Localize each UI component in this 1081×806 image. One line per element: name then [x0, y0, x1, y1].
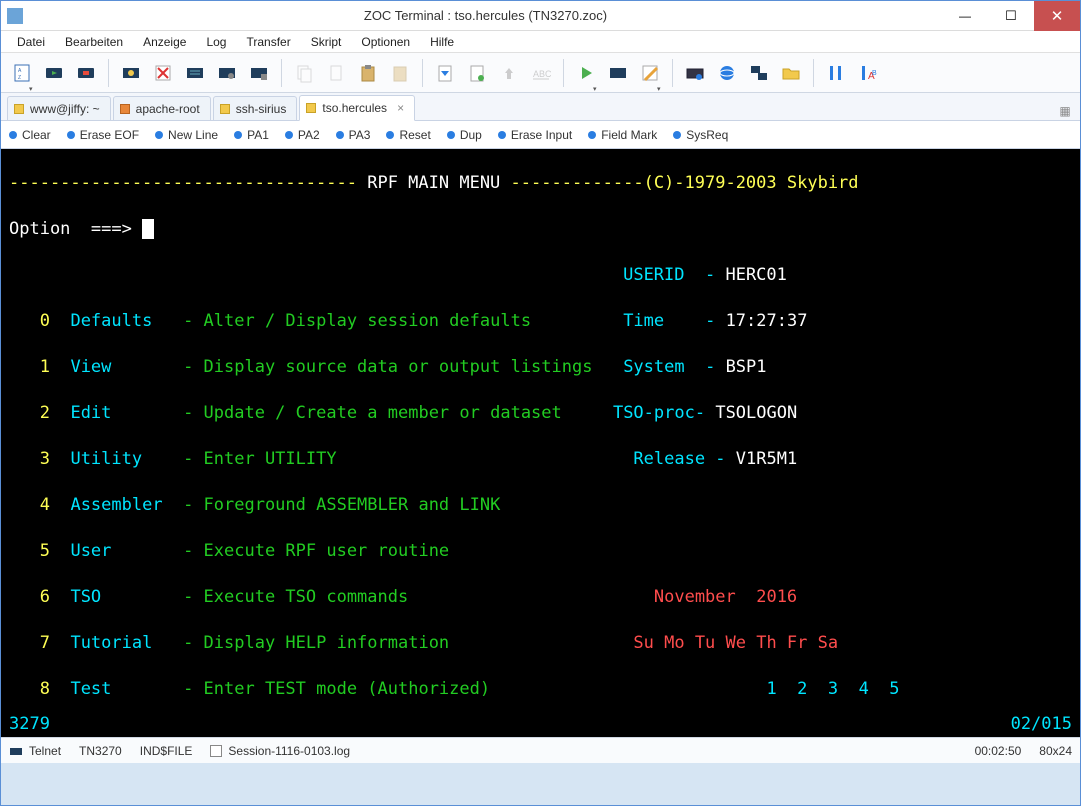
window-minimize-button[interactable] — [942, 1, 988, 31]
tab-icon — [14, 104, 24, 114]
connect-button[interactable] — [39, 58, 69, 88]
menu-anzeige[interactable]: Anzeige — [133, 33, 196, 51]
paste-button[interactable] — [353, 58, 383, 88]
menu-transfer[interactable]: Transfer — [236, 33, 300, 51]
menu-log[interactable]: Log — [196, 33, 236, 51]
action-sysreq[interactable]: SysReq — [673, 128, 728, 142]
script-button[interactable] — [603, 58, 633, 88]
tab-ssh-sirius[interactable]: ssh-sirius — [213, 96, 298, 120]
menu-optionen[interactable]: Optionen — [351, 33, 420, 51]
menu-skript[interactable]: Skript — [301, 33, 352, 51]
cut-button[interactable] — [321, 58, 351, 88]
action-erase-input[interactable]: Erase Input — [498, 128, 572, 142]
tab-label: www@jiffy: ~ — [30, 102, 100, 116]
tab-icon — [306, 103, 316, 113]
paste-append-button[interactable] — [385, 58, 415, 88]
download-button[interactable] — [430, 58, 460, 88]
window-title: ZOC Terminal : tso.hercules (TN3270.zoc) — [29, 8, 942, 23]
tab-label: ssh-sirius — [236, 102, 287, 116]
action-clear[interactable]: Clear — [9, 128, 51, 142]
action-field-mark[interactable]: Field Mark — [588, 128, 657, 142]
tab-close-icon[interactable]: × — [397, 101, 404, 115]
status-bar: Telnet TN3270 IND$FILE Session-1116-0103… — [1, 737, 1080, 763]
terminal-cursor — [142, 219, 154, 239]
copy-button[interactable] — [289, 58, 319, 88]
run-button[interactable] — [571, 58, 601, 88]
action-new-line[interactable]: New Line — [155, 128, 218, 142]
session-button[interactable] — [180, 58, 210, 88]
tab-icon — [220, 104, 230, 114]
svg-text:Z: Z — [18, 75, 21, 81]
quickconnect-button[interactable] — [116, 58, 146, 88]
terminal-status-line: 3279 02/015 — [1, 714, 1080, 737]
action-dup[interactable]: Dup — [447, 128, 482, 142]
text-config-button[interactable]: ABC — [526, 58, 556, 88]
menu-hilfe[interactable]: Hilfe — [420, 33, 464, 51]
status-dimensions: 80x24 — [1039, 744, 1072, 758]
font-button[interactable]: AB — [853, 58, 883, 88]
action-pa1[interactable]: PA1 — [234, 128, 269, 142]
tab-tso-hercules[interactable]: tso.hercules × — [299, 95, 415, 121]
tab-apache-root[interactable]: apache-root — [113, 96, 211, 120]
status-protocol: TN3270 — [79, 744, 122, 758]
action-bar: Clear Erase EOF New Line PA1 PA2 PA3 Res… — [1, 121, 1080, 149]
svg-text:B: B — [872, 70, 877, 77]
action-pa2[interactable]: PA2 — [285, 128, 320, 142]
cursor-position: 02/015 — [1011, 714, 1072, 737]
tab-overview-button[interactable]: ▦ — [1056, 102, 1074, 120]
menu-bearbeiten[interactable]: Bearbeiten — [55, 33, 133, 51]
status-connection: Telnet — [9, 744, 61, 758]
toolbar: AZ ABC AB — [1, 53, 1080, 93]
program-config-button[interactable] — [244, 58, 274, 88]
action-erase-eof[interactable]: Erase EOF — [67, 128, 139, 142]
tab-label: apache-root — [136, 102, 200, 116]
session-config-button[interactable] — [212, 58, 242, 88]
action-reset[interactable]: Reset — [386, 128, 430, 142]
terminal-screen[interactable]: ---------------------------------- RPF M… — [1, 149, 1080, 714]
status-indfile: IND$FILE — [140, 744, 193, 758]
tab-www-jiffy[interactable]: www@jiffy: ~ — [7, 96, 111, 120]
action-pa3[interactable]: PA3 — [336, 128, 371, 142]
window-maximize-button[interactable]: ☐ — [988, 1, 1034, 31]
disconnect-button[interactable] — [71, 58, 101, 88]
open-folder-button[interactable] — [776, 58, 806, 88]
status-timer: 00:02:50 — [975, 744, 1022, 758]
edit-script-button[interactable] — [635, 58, 665, 88]
screens-button[interactable] — [744, 58, 774, 88]
status-log[interactable]: Session-1116-0103.log — [210, 744, 350, 758]
menu-bar: Datei Bearbeiten Anzeige Log Transfer Sk… — [1, 31, 1080, 53]
window-titlebar: ZOC Terminal : tso.hercules (TN3270.zoc)… — [1, 1, 1080, 31]
terminal-type: 3279 — [9, 714, 50, 737]
upload-button[interactable] — [494, 58, 524, 88]
app-icon — [7, 8, 23, 24]
new-file-button[interactable] — [462, 58, 492, 88]
globe-button[interactable] — [712, 58, 742, 88]
hostdir-button[interactable]: AZ — [7, 58, 37, 88]
tab-label: tso.hercules — [322, 101, 387, 115]
menu-datei[interactable]: Datei — [7, 33, 55, 51]
window-close-button[interactable]: ✕ — [1034, 1, 1080, 31]
svg-text:ABC: ABC — [533, 69, 551, 79]
keymap-button[interactable] — [680, 58, 710, 88]
cancel-button[interactable] — [148, 58, 178, 88]
connection-icon — [9, 744, 23, 758]
tab-icon — [120, 104, 130, 114]
tab-bar: www@jiffy: ~ apache-root ssh-sirius tso.… — [1, 93, 1080, 121]
tools-button[interactable] — [821, 58, 851, 88]
log-checkbox[interactable] — [210, 745, 222, 757]
